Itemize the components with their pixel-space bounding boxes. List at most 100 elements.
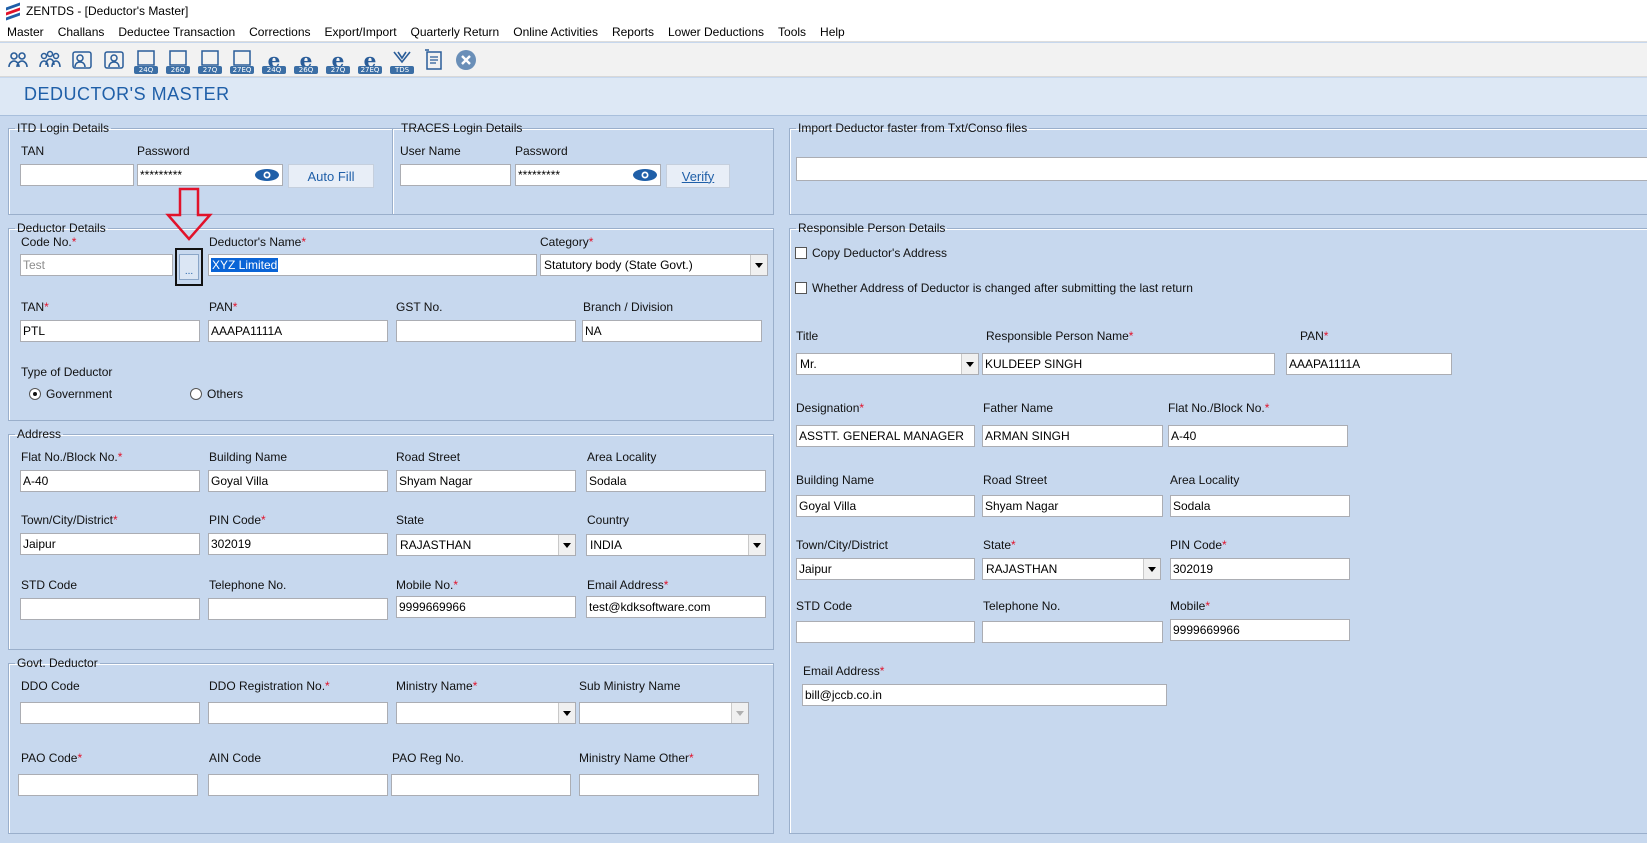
rp-flat-label: Flat No./Block No.* (1168, 401, 1270, 415)
code-browse-button[interactable]: ... (179, 254, 199, 280)
type-government-radio[interactable] (29, 388, 41, 400)
code-no-input[interactable]: Test (20, 254, 173, 276)
std-input[interactable] (20, 598, 200, 620)
type-others-label: Others (207, 387, 244, 401)
menu-reports[interactable]: Reports (605, 22, 661, 42)
menu-tools[interactable]: Tools (771, 22, 813, 42)
sub-ministry-label: Sub Ministry Name (579, 679, 681, 693)
telephone-input[interactable] (208, 598, 388, 620)
report-icon[interactable] (420, 46, 448, 74)
rp-flat-input[interactable]: A-40 (1168, 425, 1348, 447)
menu-corrections[interactable]: Corrections (242, 22, 317, 42)
itd-tan-input[interactable] (20, 164, 134, 186)
rp-road-input[interactable]: Shyam Nagar (982, 495, 1163, 517)
ain-code-input[interactable] (208, 774, 388, 796)
pin-input[interactable]: 302019 (208, 533, 388, 555)
country-select[interactable]: INDIA (586, 534, 766, 556)
rp-pin-input[interactable]: 302019 (1170, 558, 1350, 580)
branch-label: Branch / Division (583, 300, 674, 314)
menu-deductee-transaction[interactable]: Deductee Transaction (111, 22, 242, 42)
24q-form-icon[interactable]: 24Q (132, 46, 160, 74)
itd-login-legend: ITD Login Details (17, 121, 110, 135)
type-others-radio[interactable] (190, 388, 202, 400)
rp-mobile-input[interactable]: 9999669966 (1170, 619, 1350, 641)
rp-area-input[interactable]: Sodala (1170, 495, 1350, 517)
verify-button[interactable]: Verify (666, 164, 730, 188)
page-title: DEDUCTOR'S MASTER (24, 84, 230, 104)
rp-pan-input[interactable]: AAAPA1111A (1286, 353, 1452, 375)
e-27q-icon[interactable]: e 27Q (324, 46, 352, 74)
auto-fill-button[interactable]: Auto Fill (288, 164, 374, 188)
pao-reg-input[interactable] (391, 774, 571, 796)
rp-designation-input[interactable]: ASSTT. GENERAL MANAGER (796, 425, 975, 447)
copy-address-checkbox[interactable] (795, 247, 807, 259)
rp-town-input[interactable]: Jaipur (796, 558, 975, 580)
email-input[interactable]: test@kdksoftware.com (586, 596, 766, 618)
area-input[interactable]: Sodala (586, 470, 766, 492)
menu-quarterly-return[interactable]: Quarterly Return (404, 22, 507, 42)
tds-icon[interactable]: TDS (388, 46, 416, 74)
address-changed-checkbox[interactable] (795, 282, 807, 294)
std-label: STD Code (21, 578, 78, 592)
user-icon[interactable] (68, 46, 96, 74)
ministry-name-label: Ministry Name* (396, 679, 478, 693)
rp-building-input[interactable]: Goyal Villa (796, 495, 975, 517)
rp-designation-label: Designation* (796, 401, 865, 415)
code-no-label: Code No.* (21, 235, 77, 249)
gst-input[interactable] (396, 320, 576, 342)
pao-code-input[interactable] (18, 774, 198, 796)
rp-town-label: Town/City/District (796, 538, 889, 552)
ddo-code-input[interactable] (20, 702, 200, 724)
flat-input[interactable]: A-40 (20, 470, 200, 492)
menu-help[interactable]: Help (813, 22, 852, 42)
27q-form-icon[interactable]: 27Q (196, 46, 224, 74)
state-select[interactable]: RAJASTHAN (396, 534, 576, 556)
rp-title-label: Title (796, 329, 819, 343)
itd-show-password-eye-icon[interactable] (254, 168, 280, 182)
building-label: Building Name (209, 450, 288, 464)
ministry-name-select[interactable] (396, 702, 576, 724)
rp-std-input[interactable] (796, 621, 975, 643)
deductor-name-input[interactable]: XYZ Limited (208, 254, 537, 276)
rp-pan-label: PAN* (1300, 329, 1329, 343)
deductor-icon[interactable] (4, 46, 32, 74)
town-input[interactable]: Jaipur (20, 533, 200, 555)
menu-export-import[interactable]: Export/Import (318, 22, 404, 42)
import-file-input[interactable] (796, 157, 1647, 181)
26q-form-icon[interactable]: 26Q (164, 46, 192, 74)
rp-email-input[interactable]: bill@jccb.co.in (802, 684, 1167, 706)
user2-icon[interactable] (100, 46, 128, 74)
rp-father-input[interactable]: ARMAN SINGH (982, 425, 1163, 447)
road-input[interactable]: Shyam Nagar (396, 470, 576, 492)
deductor-tan-input[interactable]: PTL (20, 320, 200, 342)
ddo-registration-label: DDO Registration No.* (209, 679, 330, 693)
deductor-pan-input[interactable]: AAAPA1111A (208, 320, 388, 342)
page-header: DEDUCTOR'S MASTER (0, 78, 1647, 116)
rp-title-select[interactable]: Mr. (796, 353, 979, 375)
mobile-input[interactable]: 9999669966 (396, 596, 576, 618)
e-27eq-icon[interactable]: e 27EQ (356, 46, 384, 74)
building-input[interactable]: Goyal Villa (208, 470, 388, 492)
copy-address-label: Copy Deductor's Address (812, 246, 948, 260)
menu-online-activities[interactable]: Online Activities (506, 22, 605, 42)
ddo-registration-input[interactable] (208, 702, 388, 724)
pao-code-label: PAO Code* (21, 751, 83, 765)
menu-lower-deductions[interactable]: Lower Deductions (661, 22, 771, 42)
e-26q-icon[interactable]: e 26Q (292, 46, 320, 74)
e-24q-icon[interactable]: e 24Q (260, 46, 288, 74)
close-icon[interactable] (452, 46, 480, 74)
category-select[interactable]: Statutory body (State Govt.) (540, 254, 768, 276)
rp-telephone-input[interactable] (982, 621, 1163, 643)
ministry-other-input[interactable] (579, 774, 759, 796)
menu-master[interactable]: Master (0, 22, 51, 42)
rp-name-input[interactable]: KULDEEP SINGH (982, 353, 1275, 375)
chevron-down-icon (731, 703, 748, 723)
deductee-icon[interactable] (36, 46, 64, 74)
rp-state-select[interactable]: RAJASTHAN (982, 558, 1161, 580)
traces-show-password-eye-icon[interactable] (632, 168, 658, 182)
traces-username-input[interactable] (400, 164, 511, 186)
branch-input[interactable]: NA (582, 320, 762, 342)
sub-ministry-select[interactable] (579, 702, 749, 724)
27eq-form-icon[interactable]: 27EQ (228, 46, 256, 74)
menu-challans[interactable]: Challans (51, 22, 112, 42)
